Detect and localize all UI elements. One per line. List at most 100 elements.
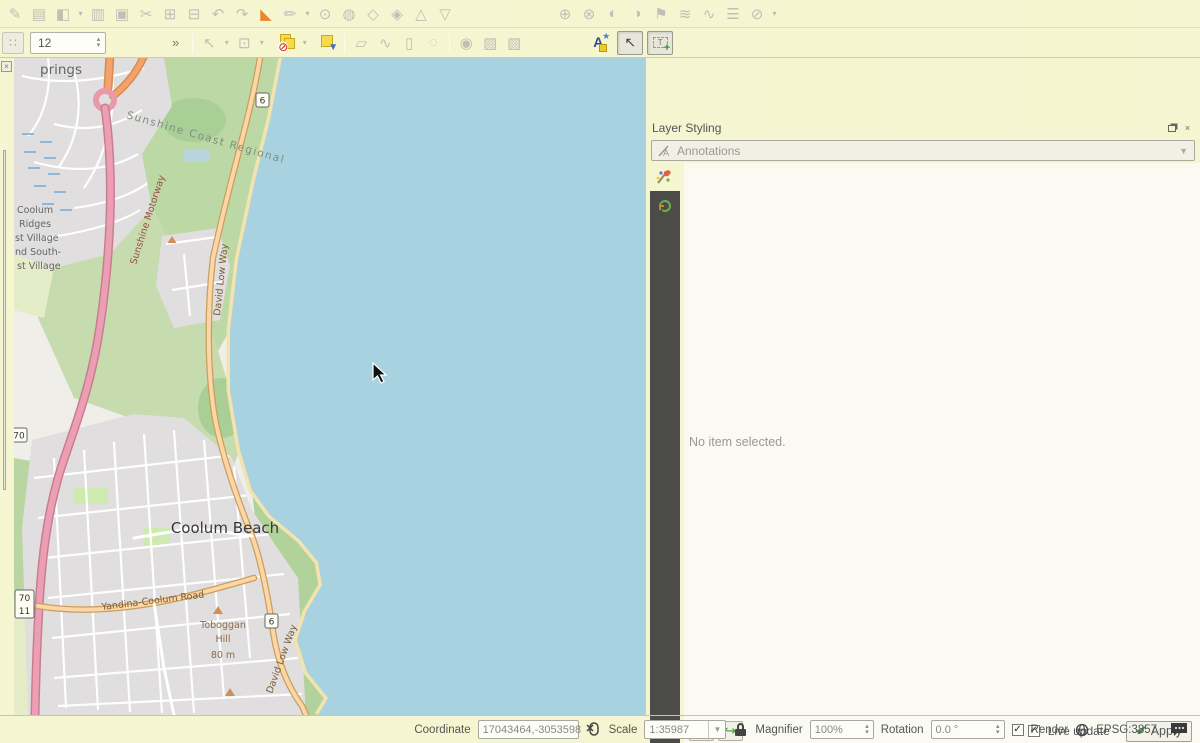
digitize-dropdown-caret[interactable]: ▾ xyxy=(76,9,85,18)
layer-selector-combo[interactable]: A Annotations ▼ xyxy=(651,140,1195,161)
offset-curve-icon: ≋ xyxy=(674,3,696,25)
main-area: × xyxy=(0,58,1200,715)
lock-scale-icon[interactable] xyxy=(735,723,746,736)
rotation-spin-arrows[interactable]: ▴▾ xyxy=(993,724,1000,736)
font-size-value: 12 xyxy=(31,36,92,50)
map-label-place-cut: prings xyxy=(40,62,82,78)
messages-icon[interactable] xyxy=(1170,722,1188,737)
styling-sidebar[interactable] xyxy=(650,191,680,743)
collapsed-panel-edge[interactable] xyxy=(3,150,6,490)
map-label-hill-elev: 80 m xyxy=(211,650,235,661)
styling-empty-state: No item selected. xyxy=(684,163,1200,720)
merge-features-icon: ⊘ xyxy=(746,3,768,25)
svg-text:11: 11 xyxy=(19,607,30,617)
split-features-icon: ☰ xyxy=(722,3,744,25)
modify-annotations-button[interactable]: ↖ xyxy=(617,31,643,55)
map-label-hill-1: Toboggan xyxy=(199,620,246,631)
rotation-value: 0.0 ° xyxy=(936,724,959,736)
undock-panel-icon[interactable] xyxy=(1165,122,1178,134)
font-size-spin-arrows[interactable]: ▴▾ xyxy=(92,37,105,49)
layer-styling-body: No item selected. ↩ ↪ ✓ Live update ✔ Ap… xyxy=(646,163,1200,743)
vertex-tool-icon: ⊙ xyxy=(314,3,336,25)
paste-features-icon: ⊟ xyxy=(183,3,205,25)
save-layer-edits-icon: ▤ xyxy=(28,3,50,25)
close-panel-icon[interactable]: × xyxy=(1181,122,1194,134)
circle-annotation-icon: ◌ xyxy=(422,32,444,54)
marker-annotation-icon: ◉ xyxy=(455,32,477,54)
simplify-feature-icon: ▽ xyxy=(434,3,456,25)
create-text-annotation-button[interactable]: T + xyxy=(647,31,673,55)
undo-icon: ↶ xyxy=(207,3,229,25)
rotate-feature-icon: △ xyxy=(410,3,432,25)
magnifier-spinbox[interactable]: 100% ▴▾ xyxy=(810,720,874,739)
polygon-annotation-icon: ▱ xyxy=(350,32,372,54)
merge-dropdown-caret[interactable]: ▾ xyxy=(770,9,779,18)
svg-annotation-icon: ▧ xyxy=(503,32,525,54)
svg-text:70: 70 xyxy=(19,594,31,604)
annotation-properties-caret[interactable]: ▾ xyxy=(257,38,266,47)
add-feature-dropdown-caret[interactable]: ▾ xyxy=(303,9,312,18)
render-checkbox[interactable]: ✓ xyxy=(1012,724,1024,736)
collapsed-panel-close-icon[interactable]: × xyxy=(1,61,12,72)
annotation-layer-icon[interactable]: ⊘ xyxy=(276,32,298,54)
magnifier-label: Magnifier xyxy=(755,724,802,736)
rotation-label: Rotation xyxy=(881,724,924,736)
add-plus-glyph: + xyxy=(664,43,670,53)
map-label-hill-2: Hill xyxy=(215,634,230,645)
coordinate-label: Coordinate xyxy=(414,724,470,736)
line-annotation-icon: ∿ xyxy=(374,32,396,54)
digitizing-group-a: ✎▤◧▾▥▣✂⊞⊟↶↷◣✏▾⊙◍◇◈△▽ xyxy=(4,3,456,25)
layer-styling-titlebar: Layer Styling × xyxy=(646,116,1200,138)
coordinate-input[interactable]: 17043464,-3053598 xyxy=(478,720,579,739)
rectangle-annotation-icon: ▯ xyxy=(398,32,420,54)
fill-ring-icon: ◐ xyxy=(602,3,624,25)
crs-label[interactable]: EPSG:3857 xyxy=(1096,724,1157,736)
map-canvas[interactable]: 6 6 70 11 70 prings Sunshine Coast Regio… xyxy=(14,58,646,715)
text-annotation-icon[interactable]: A ★ xyxy=(589,32,611,54)
history-tab-icon[interactable] xyxy=(656,196,674,214)
toolbar-overflow-chevron[interactable]: » xyxy=(172,35,179,50)
copy-move-feature-icon: ◈ xyxy=(386,3,408,25)
digitizing-group-b: ⊕⊗◐◑⚑≋∿☰⊘▾ xyxy=(554,3,779,25)
annotation-balloon-icon: ◍ xyxy=(338,3,360,25)
picture-annotation-icon: ▨ xyxy=(479,32,501,54)
reshape-features-icon: ∿ xyxy=(698,3,720,25)
toolbar-separator xyxy=(449,33,450,53)
select-annotation-caret[interactable]: ▾ xyxy=(222,38,231,47)
map-svg: 6 6 70 11 70 prings Sunshine Coast Regio… xyxy=(14,58,646,715)
map-label-estate-4: nd South- xyxy=(15,247,61,258)
main-annotation-layer-icon[interactable]: ▼ xyxy=(317,32,339,54)
text-yellow-badge xyxy=(599,44,607,52)
annotation-properties-icon: ⊡ xyxy=(233,32,255,54)
status-bar: Coordinate 17043464,-3053598 Scale 1:359… xyxy=(0,715,1200,743)
scale-value: 1:35987 xyxy=(649,724,689,736)
toolbar-handle[interactable]: ∷ xyxy=(2,32,24,54)
crs-globe-icon[interactable] xyxy=(1075,723,1089,737)
font-size-spinbox[interactable]: 12 ▴▾ xyxy=(30,32,106,54)
empty-message: No item selected. xyxy=(689,435,786,449)
svg-text:6: 6 xyxy=(260,97,266,107)
annotation-layer-caret[interactable]: ▾ xyxy=(300,38,309,47)
add-ring-icon: ⊕ xyxy=(554,3,576,25)
paintbrush-icon xyxy=(655,168,673,186)
rotation-spinbox[interactable]: 0.0 ° ▴▾ xyxy=(931,720,1005,739)
annotation-layer-type-icon: A xyxy=(658,144,672,158)
select-annotation-icon: ↖ xyxy=(198,32,220,54)
scale-combo[interactable]: 1:35987 ▼ xyxy=(644,720,726,739)
cut-features-icon: ✂ xyxy=(135,3,157,25)
flag-feature-icon: ⚑ xyxy=(650,3,672,25)
symbology-tab[interactable] xyxy=(650,163,673,191)
add-part-icon: ◑ xyxy=(626,3,648,25)
magnifier-spin-arrows[interactable]: ▴▾ xyxy=(862,724,869,736)
toggle-editing-icon[interactable]: ◣ xyxy=(255,3,277,25)
map-label-place-main: Coolum Beach xyxy=(171,519,279,537)
extents-icon[interactable] xyxy=(586,722,602,737)
text-star-glyph: ★ xyxy=(602,31,610,42)
layer-selector-value: Annotations xyxy=(677,144,1179,158)
map-park xyxy=(74,488,108,504)
map-label-estate-1: Coolum xyxy=(17,205,53,216)
add-feature-icon: ✏ xyxy=(279,3,301,25)
collapsed-panel-strip: × xyxy=(0,58,14,715)
scale-combo-caret[interactable]: ▼ xyxy=(708,721,721,738)
layer-selector-caret: ▼ xyxy=(1179,146,1188,156)
